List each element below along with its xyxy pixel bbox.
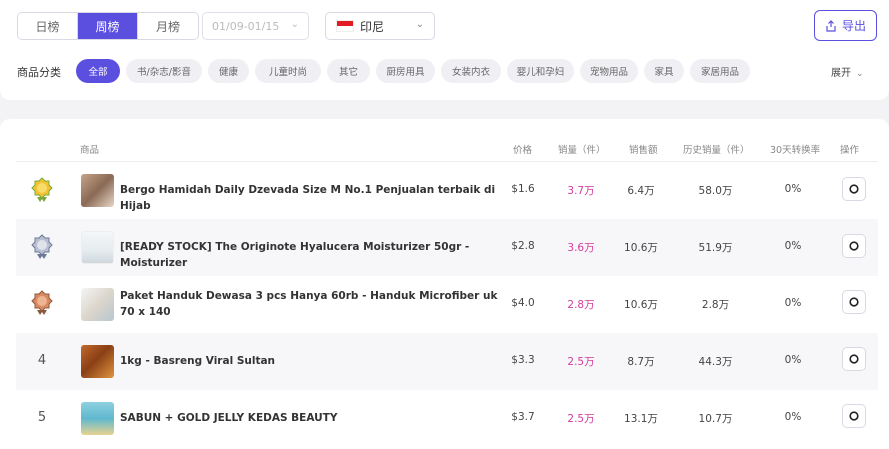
view-detail-button[interactable] <box>842 290 866 314</box>
category-all[interactable]: 全部 <box>76 59 120 83</box>
conversion-value: 0% <box>784 354 802 366</box>
chevron-down-icon: ⌄ <box>290 19 299 30</box>
country-select[interactable]: 印尼 ⌄ <box>325 12 435 40</box>
col-total-sales[interactable]: 历史销量（件） <box>683 142 750 156</box>
price-value: $1.6 <box>511 183 535 195</box>
search-icon <box>849 411 859 421</box>
indonesia-flag-icon <box>336 20 354 32</box>
total-sales-value: 2.8万 <box>701 299 730 311</box>
tab-weekly[interactable]: 周榜 <box>78 13 138 39</box>
total-sales-value: 51.9万 <box>698 242 733 254</box>
product-name[interactable]: Bergo Hamidah Daily Dzevada Size M No.1 … <box>120 182 510 214</box>
product-thumbnail[interactable] <box>81 288 114 321</box>
conversion-value: 0% <box>784 183 802 195</box>
col-conversion[interactable]: 30天转换率 <box>770 142 820 156</box>
price-value: $3.3 <box>511 354 535 366</box>
expand-categories-button[interactable]: 展开 ⌄ <box>831 64 864 79</box>
sales-value: 2.5万 <box>567 413 595 425</box>
product-name[interactable]: 1kg - Basreng Viral Sultan <box>120 353 510 369</box>
price-value: $3.7 <box>511 411 535 423</box>
table-header: 商品 价格 销量（件） 销售额 历史销量（件） 30天转换率 操作 <box>16 119 878 162</box>
price-value: $2.8 <box>511 240 535 252</box>
sales-value: 2.8万 <box>567 299 595 311</box>
table-row[interactable]: Paket Handuk Dewasa 3 pcs Hanya 60rb - H… <box>16 276 878 333</box>
table-row[interactable]: 4 1kg - Basreng Viral Sultan $3.3 2.5万 8… <box>16 333 878 390</box>
total-sales-value: 10.7万 <box>698 413 733 425</box>
category-pills: 全部 书/杂志/影音 健康 儿童时尚 其它 厨房用具 女装内衣 婴儿和孕妇 宠物… <box>76 59 756 83</box>
total-sales-value: 44.3万 <box>698 356 733 368</box>
category-kids-fashion[interactable]: 儿童时尚 <box>255 59 321 83</box>
expand-label: 展开 <box>831 68 851 79</box>
category-health[interactable]: 健康 <box>208 59 249 83</box>
category-furniture[interactable]: 家具 <box>644 59 684 83</box>
revenue-value: 13.1万 <box>624 413 658 425</box>
product-name[interactable]: SABUN + GOLD JELLY KEDAS BEAUTY <box>120 410 510 426</box>
category-pet-supplies[interactable]: 宠物用品 <box>580 59 638 83</box>
product-name[interactable]: Paket Handuk Dewasa 3 pcs Hanya 60rb - H… <box>120 288 510 320</box>
export-button[interactable]: 导出 <box>814 10 877 41</box>
search-icon <box>849 354 859 364</box>
table-row[interactable]: [READY STOCK] The Originote Hyalucera Mo… <box>16 219 878 276</box>
conversion-value: 0% <box>784 411 802 423</box>
bronze-medal-icon <box>31 290 53 315</box>
category-kitchen[interactable]: 厨房用具 <box>376 59 435 83</box>
category-books-media[interactable]: 书/杂志/影音 <box>126 59 202 83</box>
sales-value: 3.6万 <box>567 242 595 254</box>
category-other[interactable]: 其它 <box>327 59 370 83</box>
revenue-value: 10.6万 <box>624 242 658 254</box>
sales-value: 3.7万 <box>567 185 595 197</box>
ranking-table: 商品 价格 销量（件） 销售额 历史销量（件） 30天转换率 操作 Bergo … <box>0 119 889 449</box>
category-baby-maternity[interactable]: 婴儿和孕妇 <box>507 59 574 83</box>
col-action: 操作 <box>840 145 860 156</box>
date-range-value: 01/09-01/15 <box>212 19 280 33</box>
view-detail-button[interactable] <box>842 347 866 371</box>
rank-number: 4 <box>37 353 47 368</box>
chevron-down-icon: ⌄ <box>856 69 864 79</box>
country-value: 印尼 <box>360 19 385 34</box>
view-detail-button[interactable] <box>842 404 866 428</box>
date-range-select[interactable]: 01/09-01/15 ⌄ <box>202 12 309 40</box>
conversion-value: 0% <box>784 240 802 252</box>
product-name[interactable]: [READY STOCK] The Originote Hyalucera Mo… <box>120 239 510 271</box>
category-home[interactable]: 家居用品 <box>690 59 750 83</box>
revenue-value: 6.4万 <box>627 185 655 197</box>
search-icon <box>849 184 859 194</box>
total-sales-value: 58.0万 <box>698 185 733 197</box>
revenue-value: 10.6万 <box>624 299 658 311</box>
tab-daily[interactable]: 日榜 <box>18 13 78 39</box>
product-thumbnail[interactable] <box>81 174 114 207</box>
col-revenue[interactable]: 销售额 <box>629 142 658 156</box>
search-icon <box>849 241 859 251</box>
search-icon <box>849 297 859 307</box>
chevron-down-icon: ⌄ <box>415 19 424 30</box>
table-row[interactable]: Bergo Hamidah Daily Dzevada Size M No.1 … <box>16 162 878 219</box>
filter-panel: 日榜 周榜 月榜 01/09-01/15 ⌄ 印尼 ⌄ 导出 商品分类 全部 书… <box>0 0 889 100</box>
table-row[interactable]: 5 SABUN + GOLD JELLY KEDAS BEAUTY $3.7 2… <box>16 390 878 447</box>
product-thumbnail[interactable] <box>81 345 114 378</box>
sales-value: 2.5万 <box>567 356 595 368</box>
export-label: 导出 <box>841 19 866 33</box>
conversion-value: 0% <box>784 297 802 309</box>
gold-medal-icon <box>31 177 53 202</box>
rank-number: 5 <box>37 410 47 425</box>
price-value: $4.0 <box>511 297 535 309</box>
export-icon <box>826 19 836 32</box>
product-thumbnail[interactable] <box>81 402 114 435</box>
col-sales[interactable]: 销量（件） <box>558 142 606 156</box>
ranking-period-tabs: 日榜 周榜 月榜 <box>17 12 199 40</box>
tab-monthly[interactable]: 月榜 <box>138 13 198 39</box>
col-price: 价格 <box>513 145 533 156</box>
view-detail-button[interactable] <box>842 234 866 258</box>
category-label: 商品分类 <box>17 66 61 79</box>
product-thumbnail[interactable] <box>81 231 114 264</box>
revenue-value: 8.7万 <box>627 356 655 368</box>
silver-medal-icon <box>31 234 53 259</box>
category-womens-wear[interactable]: 女装内衣 <box>441 59 501 83</box>
view-detail-button[interactable] <box>842 177 866 201</box>
col-product: 商品 <box>80 145 100 156</box>
